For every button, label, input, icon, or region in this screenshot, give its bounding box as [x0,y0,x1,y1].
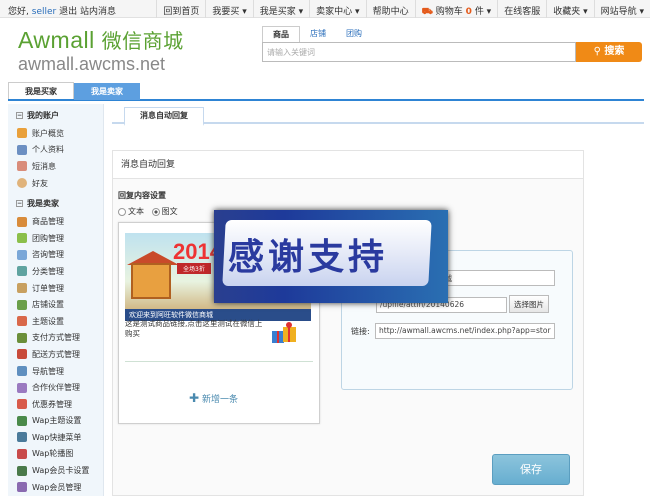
gift-icon [269,319,299,349]
sidebar-item-orders[interactable]: 订单管理 [8,280,103,297]
logo-domain: awmall.awcms.net [18,54,166,74]
groupbuy-icon [17,233,27,244]
messages-link[interactable]: 站内消息 [80,7,116,17]
profile-icon [17,144,27,155]
nav-seller-center[interactable]: 卖家中心 ▾ [309,0,365,18]
category-icon [17,266,27,277]
banner-ribbon: 全场3折 [177,263,211,274]
theme-icon [17,316,27,327]
sidebar: − 我的账户 账户概览 个人资料 短消息 好友 − 我是卖家 商品管理 团购管理 咨… [8,104,104,496]
sidebar-item-wap-card[interactable]: Wap会员卡设置 [8,462,103,479]
logo-cn: 微信商城 [101,31,184,53]
cart-link[interactable]: ⛟ 购物车 0 件 ▾ [414,0,498,18]
card-divider [125,361,313,362]
nav-service[interactable]: 在线客服 [497,0,546,18]
select-image-button[interactable]: 选择图片 [509,295,549,313]
top-nav: 回到首页 我要买 ▾ 我是买家 ▾ 卖家中心 ▾ 帮助中心 ⛟ 购物车 0 件 … [156,0,650,18]
search-input[interactable]: 请输入关键词 [262,42,576,62]
sidebar-item-profile[interactable]: 个人资料 [8,142,103,159]
coupon-icon [17,399,27,410]
sidebar-item-theme[interactable]: 主题设置 [8,313,103,330]
overlay-text: 感谢支持 [228,237,389,278]
navigation-icon [17,366,27,377]
radio-pic[interactable] [151,207,160,216]
wap-card-icon [17,465,27,476]
logo-text: Awmall [18,27,95,53]
nav-buyer[interactable]: 我是买家 ▾ [252,0,309,18]
sidebar-item-wap-menu[interactable]: Wap快捷菜单 [8,429,103,446]
wap-members-icon [17,482,27,493]
sidebar-section-account[interactable]: − 我的账户 [8,104,103,125]
search-icon: ⚲ [593,46,601,57]
wap-carousel-icon [17,448,27,459]
greeting-text: 您好, [8,7,29,17]
tab-seller[interactable]: 我是卖家 [74,83,140,100]
site-logo[interactable]: Awmall 微信商城 awmall.awcms.net [18,28,184,74]
sidebar-item-wap-theme[interactable]: Wap主题设置 [8,413,103,430]
sidebar-item-category[interactable]: 分类管理 [8,263,103,280]
search-tab-shops[interactable]: 店铺 [300,26,336,42]
payment-icon [17,332,27,343]
sidebar-item-groupbuy[interactable]: 团购管理 [8,230,103,247]
friends-icon [17,178,27,189]
sidebar-item-coupons[interactable]: 优惠券管理 [8,396,103,413]
sidebar-item-wap-carousel[interactable]: Wap轮播图 [8,446,103,463]
cart-icon: ⛟ [421,7,433,17]
link-input[interactable]: http://awmall.awcms.net/index.php?app=st… [375,323,555,339]
goods-icon [17,216,27,227]
sidebar-item-payment[interactable]: 支付方式管理 [8,330,103,347]
sidebar-item-shop[interactable]: 店铺设置 [8,296,103,313]
plus-icon: ✚ [189,391,200,405]
user-greeting: 您好, seller 退出 站内消息 [8,4,116,17]
section-label: 回复内容设置 [118,191,166,200]
sidebar-item-overview[interactable]: 账户概览 [8,125,103,142]
thanks-overlay-image: 感谢支持 [214,210,448,303]
home-icon [17,128,27,139]
collapse-icon: − [16,200,23,208]
sidebar-section-seller[interactable]: − 我是卖家 [8,191,103,213]
tab-buyer[interactable]: 我是买家 [8,82,74,99]
sidebar-item-partners[interactable]: 合作伙伴管理 [8,379,103,396]
consult-icon [17,249,27,260]
nav-site[interactable]: 网站导航 ▾ [593,0,650,18]
search-button[interactable]: ⚲ 搜索 [576,42,642,62]
house-shape [131,263,171,299]
role-tabs: 我是买家 我是卖家 [8,82,644,101]
wap-menu-icon [17,432,27,443]
delivery-icon [17,349,27,360]
panel-title: 消息自动回复 [113,151,583,179]
top-bar: 您好, seller 退出 站内消息 回到首页 我要买 ▾ 我是买家 ▾ 卖家中… [0,0,650,18]
partners-icon [17,382,27,393]
sidebar-item-goods[interactable]: 商品管理 [8,213,103,230]
username-link[interactable]: seller [32,7,56,17]
content-tabs: 消息自动回复 [112,104,644,126]
search-tab-groupbuy[interactable]: 团购 [336,26,372,42]
add-item-button[interactable]: ✚ 新增一条 [189,391,238,405]
link-label: 链接: [351,327,370,336]
search-tab-goods[interactable]: 商品 [262,26,300,42]
nav-favorites[interactable]: 收藏夹 ▾ [546,0,593,18]
message-icon [17,161,27,172]
nav-buy[interactable]: 我要买 ▾ [205,0,252,18]
collapse-icon: − [16,112,23,119]
sidebar-item-messages[interactable]: 短消息 [8,158,103,175]
search-area: 商品 店铺 团购 请输入关键词 ⚲ 搜索 [262,26,642,64]
sidebar-item-consult[interactable]: 咨询管理 [8,247,103,264]
logout-link[interactable]: 退出 [59,7,77,17]
reply-type-options: 文本 图文 [118,206,178,217]
sidebar-item-navigation[interactable]: 导航管理 [8,363,103,380]
sidebar-item-delivery[interactable]: 配送方式管理 [8,346,103,363]
cart-count: 0 [465,7,472,17]
save-button[interactable]: 保存 [492,454,570,485]
tab-auto-reply[interactable]: 消息自动回复 [124,107,204,126]
orders-icon [17,283,27,294]
nav-home[interactable]: 回到首页 [156,0,205,18]
radio-text[interactable] [118,207,126,216]
sidebar-item-wap-members[interactable]: Wap会员管理 [8,479,103,496]
wap-theme-icon [17,415,27,426]
nav-help[interactable]: 帮助中心 [365,0,415,18]
shop-icon [17,299,27,310]
card-description: 这是测试商品链接,点击这里测试在微信上购买 [125,319,263,338]
sidebar-item-friends[interactable]: 好友 [8,175,103,192]
